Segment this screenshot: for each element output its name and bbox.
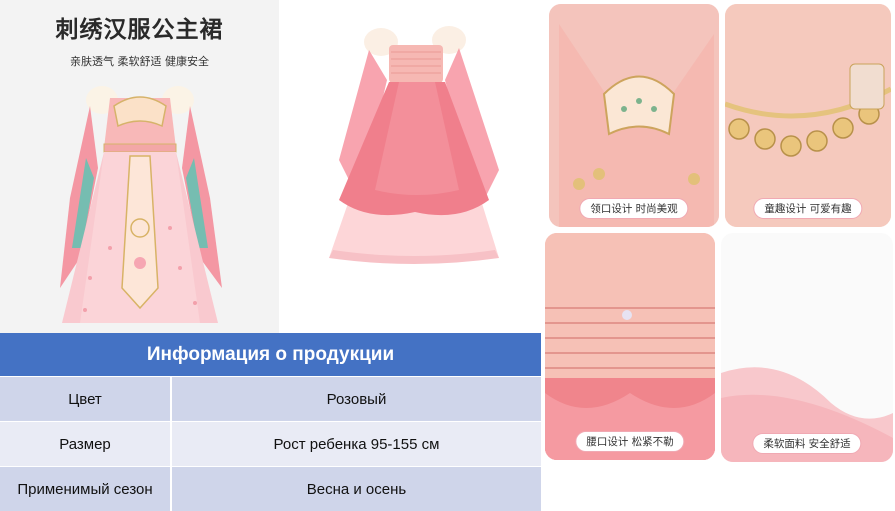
- product-info: Информация о продукции Цвет Розовый Разм…: [0, 333, 541, 504]
- spec-value: Весна и осень: [171, 467, 541, 511]
- detail-caption: 腰口设计 松紧不勒: [575, 431, 684, 452]
- spec-value: Розовый: [171, 377, 541, 422]
- coins-photo: [725, 4, 891, 227]
- detail-tile-waist: 腰口设计 松紧不勒: [545, 233, 715, 460]
- neckline-photo: [549, 4, 719, 227]
- spec-table: Цвет Розовый Размер Рост ребенка 95-155 …: [0, 376, 541, 511]
- dress-photo-image: [299, 0, 519, 290]
- hanfu-dress-image: [50, 78, 230, 333]
- detail-caption: 领口设计 时尚美观: [579, 198, 688, 219]
- info-heading: Информация о продукции: [0, 333, 541, 376]
- product-photo: [279, 0, 541, 333]
- spec-key: Применимый сезон: [0, 467, 171, 511]
- table-row: Размер Рост ребенка 95-155 см: [0, 422, 541, 467]
- detail-caption: 童趣设计 可爱有趣: [753, 198, 862, 219]
- detail-tile-neckline: 领口设计 时尚美观: [549, 4, 719, 227]
- fabric-photo: [721, 233, 893, 462]
- spec-value: Рост ребенка 95-155 см: [171, 422, 541, 467]
- spec-key: Размер: [0, 422, 171, 467]
- table-row: Применимый сезон Весна и осень: [0, 467, 541, 511]
- detail-grid: 领口设计 时尚美观 童趣设计 可爱有趣 腰口设计 松紧不勒: [541, 0, 895, 504]
- hero-panel: 刺绣汉服公主裙 亲肤透气 柔软舒适 健康安全: [0, 0, 279, 333]
- detail-tile-fabric: 柔软面料 安全舒适: [721, 233, 893, 462]
- hero-title: 刺绣汉服公主裙: [0, 10, 279, 44]
- hero-subtitle: 亲肤透气 柔软舒适 健康安全: [0, 53, 279, 69]
- spec-key: Цвет: [0, 377, 171, 422]
- waist-photo: [545, 233, 715, 460]
- detail-tile-coins: 童趣设计 可爱有趣: [725, 4, 891, 227]
- table-row: Цвет Розовый: [0, 377, 541, 422]
- detail-caption: 柔软面料 安全舒适: [752, 433, 861, 454]
